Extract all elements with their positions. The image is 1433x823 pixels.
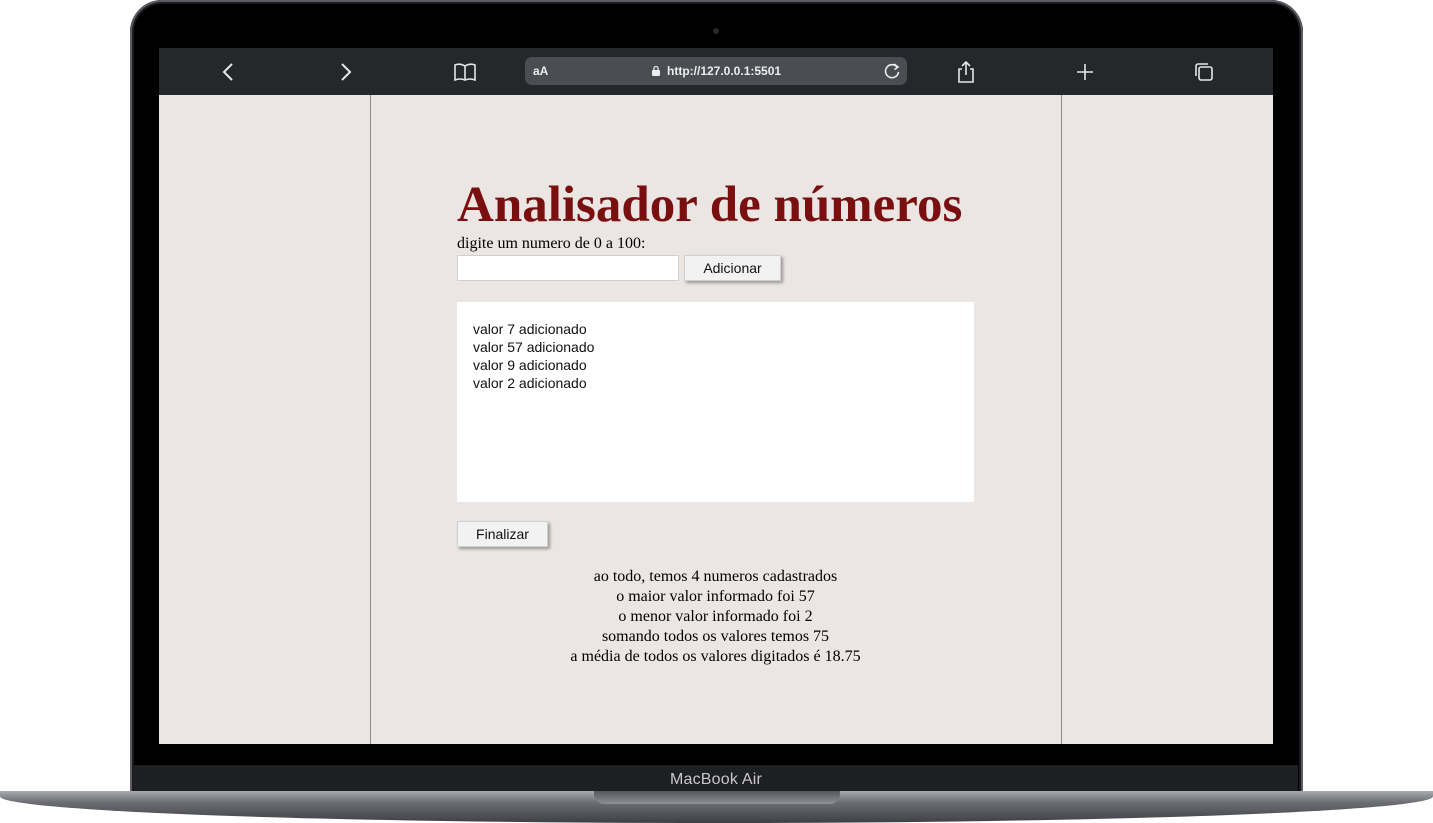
address-bar[interactable]: aA http://127.0.0.1:5501 <box>525 57 907 85</box>
url-text[interactable]: http://127.0.0.1:5501 <box>667 64 781 78</box>
text-size-button[interactable]: aA <box>533 64 548 78</box>
tabs-overview-icon[interactable] <box>1191 59 1217 85</box>
screen: aA http://127.0.0.1:5501 Analisador de n… <box>159 48 1273 744</box>
share-icon[interactable] <box>953 59 979 85</box>
number-input[interactable] <box>457 255 679 281</box>
result-count: ao todo, temos 4 numeros cadastrados <box>593 568 838 585</box>
bookmarks-icon[interactable] <box>452 59 478 85</box>
number-prompt-label: digite um numero de 0 a 100: <box>457 235 646 252</box>
list-item[interactable]: valor 2 adicionado <box>473 374 958 392</box>
forward-icon[interactable] <box>333 59 359 85</box>
page-title: Analisador de números <box>457 177 963 233</box>
list-item[interactable]: valor 57 adicionado <box>473 338 958 356</box>
finish-button[interactable]: Finalizar <box>457 521 548 547</box>
new-tab-icon[interactable] <box>1072 59 1098 85</box>
list-item[interactable]: valor 7 adicionado <box>473 320 958 338</box>
input-row: Adicionar <box>457 255 975 283</box>
web-page: Analisador de números digite um numero d… <box>159 95 1273 744</box>
add-button[interactable]: Adicionar <box>684 255 781 281</box>
result-min: o menor valor informado foi 2 <box>618 608 813 625</box>
lock-icon <box>652 65 660 76</box>
camera <box>713 28 719 34</box>
laptop-notch <box>594 791 840 804</box>
results-panel: ao todo, temos 4 numeros cadastrados o m… <box>457 567 974 667</box>
result-sum: somando todos os valores temos 75 <box>601 628 830 645</box>
browser-toolbar: aA http://127.0.0.1:5501 <box>159 48 1273 95</box>
list-item[interactable]: valor 9 adicionado <box>473 356 958 374</box>
back-icon[interactable] <box>215 59 241 85</box>
reload-icon[interactable] <box>881 60 903 82</box>
column-divider-right <box>1061 95 1062 744</box>
main-content: Analisador de números digite um numero d… <box>457 175 975 665</box>
column-divider-left <box>370 95 371 744</box>
model-label: MacBook Air <box>669 771 762 788</box>
values-list[interactable]: valor 7 adicionado valor 57 adicionado v… <box>457 302 974 502</box>
result-max: o maior valor informado foi 57 <box>616 588 815 605</box>
result-average: a média de todos os valores digitados é … <box>570 648 861 665</box>
